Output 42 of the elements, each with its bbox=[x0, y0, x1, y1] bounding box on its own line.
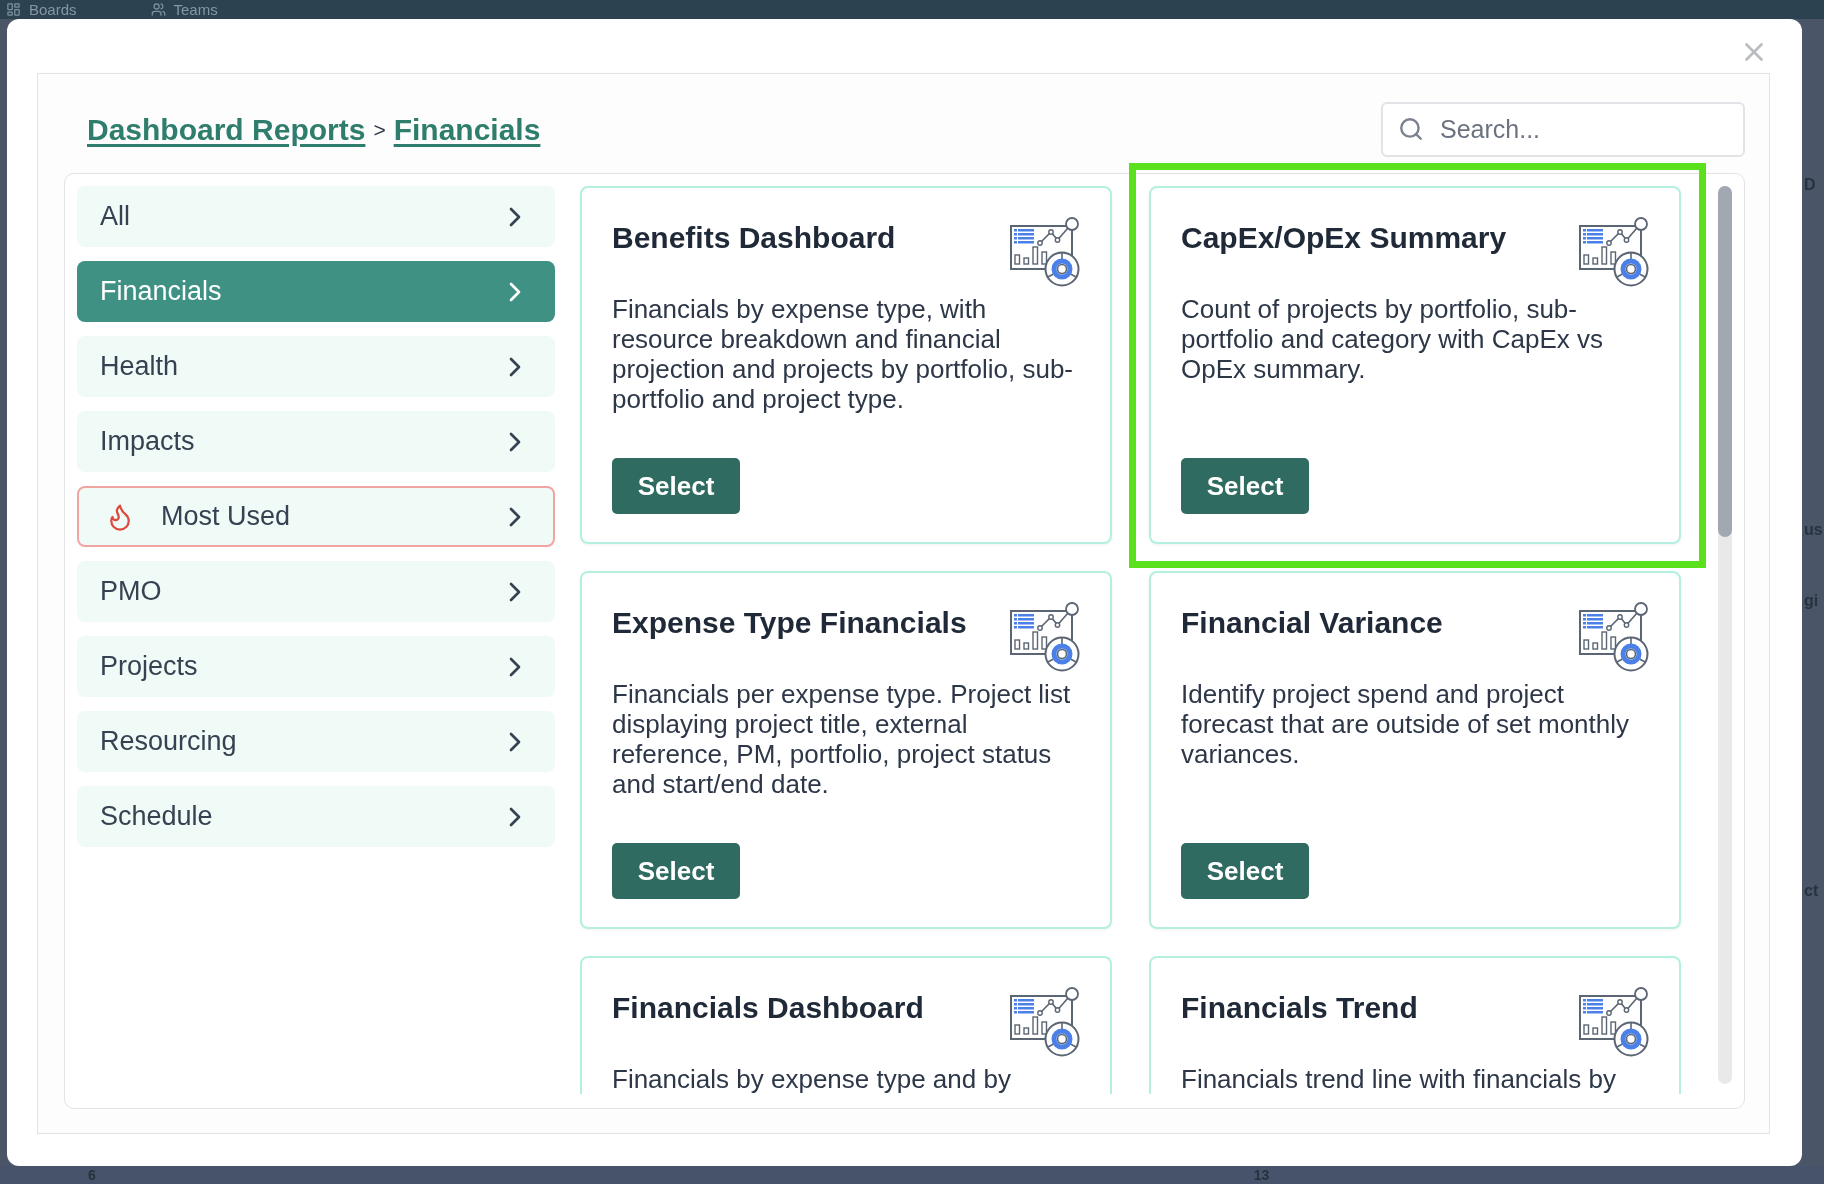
breadcrumb-separator: > bbox=[373, 116, 386, 143]
sidebar-item[interactable]: Financials bbox=[77, 261, 555, 322]
dashboard-chart-icon bbox=[1010, 217, 1080, 287]
sidebar-item[interactable]: Projects bbox=[77, 636, 555, 697]
people-icon bbox=[150, 2, 166, 17]
card-title: Benefits Dashboard bbox=[612, 221, 896, 255]
card-title: CapEx/OpEx Summary bbox=[1181, 221, 1507, 255]
board-icon bbox=[6, 2, 21, 17]
sidebar-item[interactable]: Schedule bbox=[77, 786, 555, 847]
card-description: Financials by expense type and by bbox=[612, 1064, 1012, 1094]
card-title: Financials Dashboard bbox=[612, 991, 924, 1025]
scrollbar-track[interactable] bbox=[1718, 186, 1732, 1084]
card-description: Count of projects by portfolio, sub-portfolio and category with CapEx vs OpEx summary. bbox=[1181, 294, 1604, 384]
dashboard-chart-icon bbox=[1579, 987, 1649, 1057]
card-description: Financials per expense type. Project list displaying project title, external reference, PM, portfolio, project status and start/end date. bbox=[612, 679, 1072, 799]
dashboard-chart-icon bbox=[1579, 602, 1649, 672]
dashboard-chart-icon bbox=[1579, 217, 1649, 287]
card-title: Expense Type Financials bbox=[612, 606, 967, 640]
scrollbar-thumb[interactable] bbox=[1718, 186, 1732, 537]
dashboard-chart-icon bbox=[1010, 602, 1080, 672]
sidebar-item[interactable]: PMO bbox=[77, 561, 555, 622]
search-icon bbox=[1398, 116, 1424, 142]
breadcrumb-link[interactable]: Dashboard Reports bbox=[87, 107, 366, 152]
breadcrumb-link[interactable]: Financials bbox=[393, 107, 541, 152]
dashboard-chart-icon bbox=[1010, 987, 1080, 1057]
sidebar-item[interactable]: Most Used bbox=[77, 486, 555, 547]
card-title: Financial Variance bbox=[1181, 606, 1443, 640]
card-description: Identify project spend and project forecast that are outside of set monthly variances. bbox=[1181, 679, 1631, 769]
nav-link[interactable]: Boards bbox=[29, 1, 77, 18]
select-button[interactable]: Select bbox=[1181, 458, 1309, 514]
sidebar-item[interactable]: Impacts bbox=[77, 411, 555, 472]
sidebar-item[interactable]: All bbox=[77, 186, 555, 247]
sidebar-item[interactable]: Health bbox=[77, 336, 555, 397]
nav-link[interactable]: Teams bbox=[173, 1, 218, 18]
select-button[interactable]: Select bbox=[1181, 843, 1309, 899]
select-button[interactable]: Select bbox=[612, 458, 740, 514]
card-description: Financials trend line with financials by bbox=[1181, 1064, 1617, 1094]
card-title: Financials Trend bbox=[1181, 991, 1418, 1025]
card-description: Financials by expense type, with resource breakdown and financial projection and projects by portfolio, sub-portfolio and project type. bbox=[612, 294, 1075, 414]
select-button[interactable]: Select bbox=[612, 843, 740, 899]
search-field[interactable]: Search... bbox=[1381, 102, 1745, 157]
sidebar-item[interactable]: Resourcing bbox=[77, 711, 555, 772]
